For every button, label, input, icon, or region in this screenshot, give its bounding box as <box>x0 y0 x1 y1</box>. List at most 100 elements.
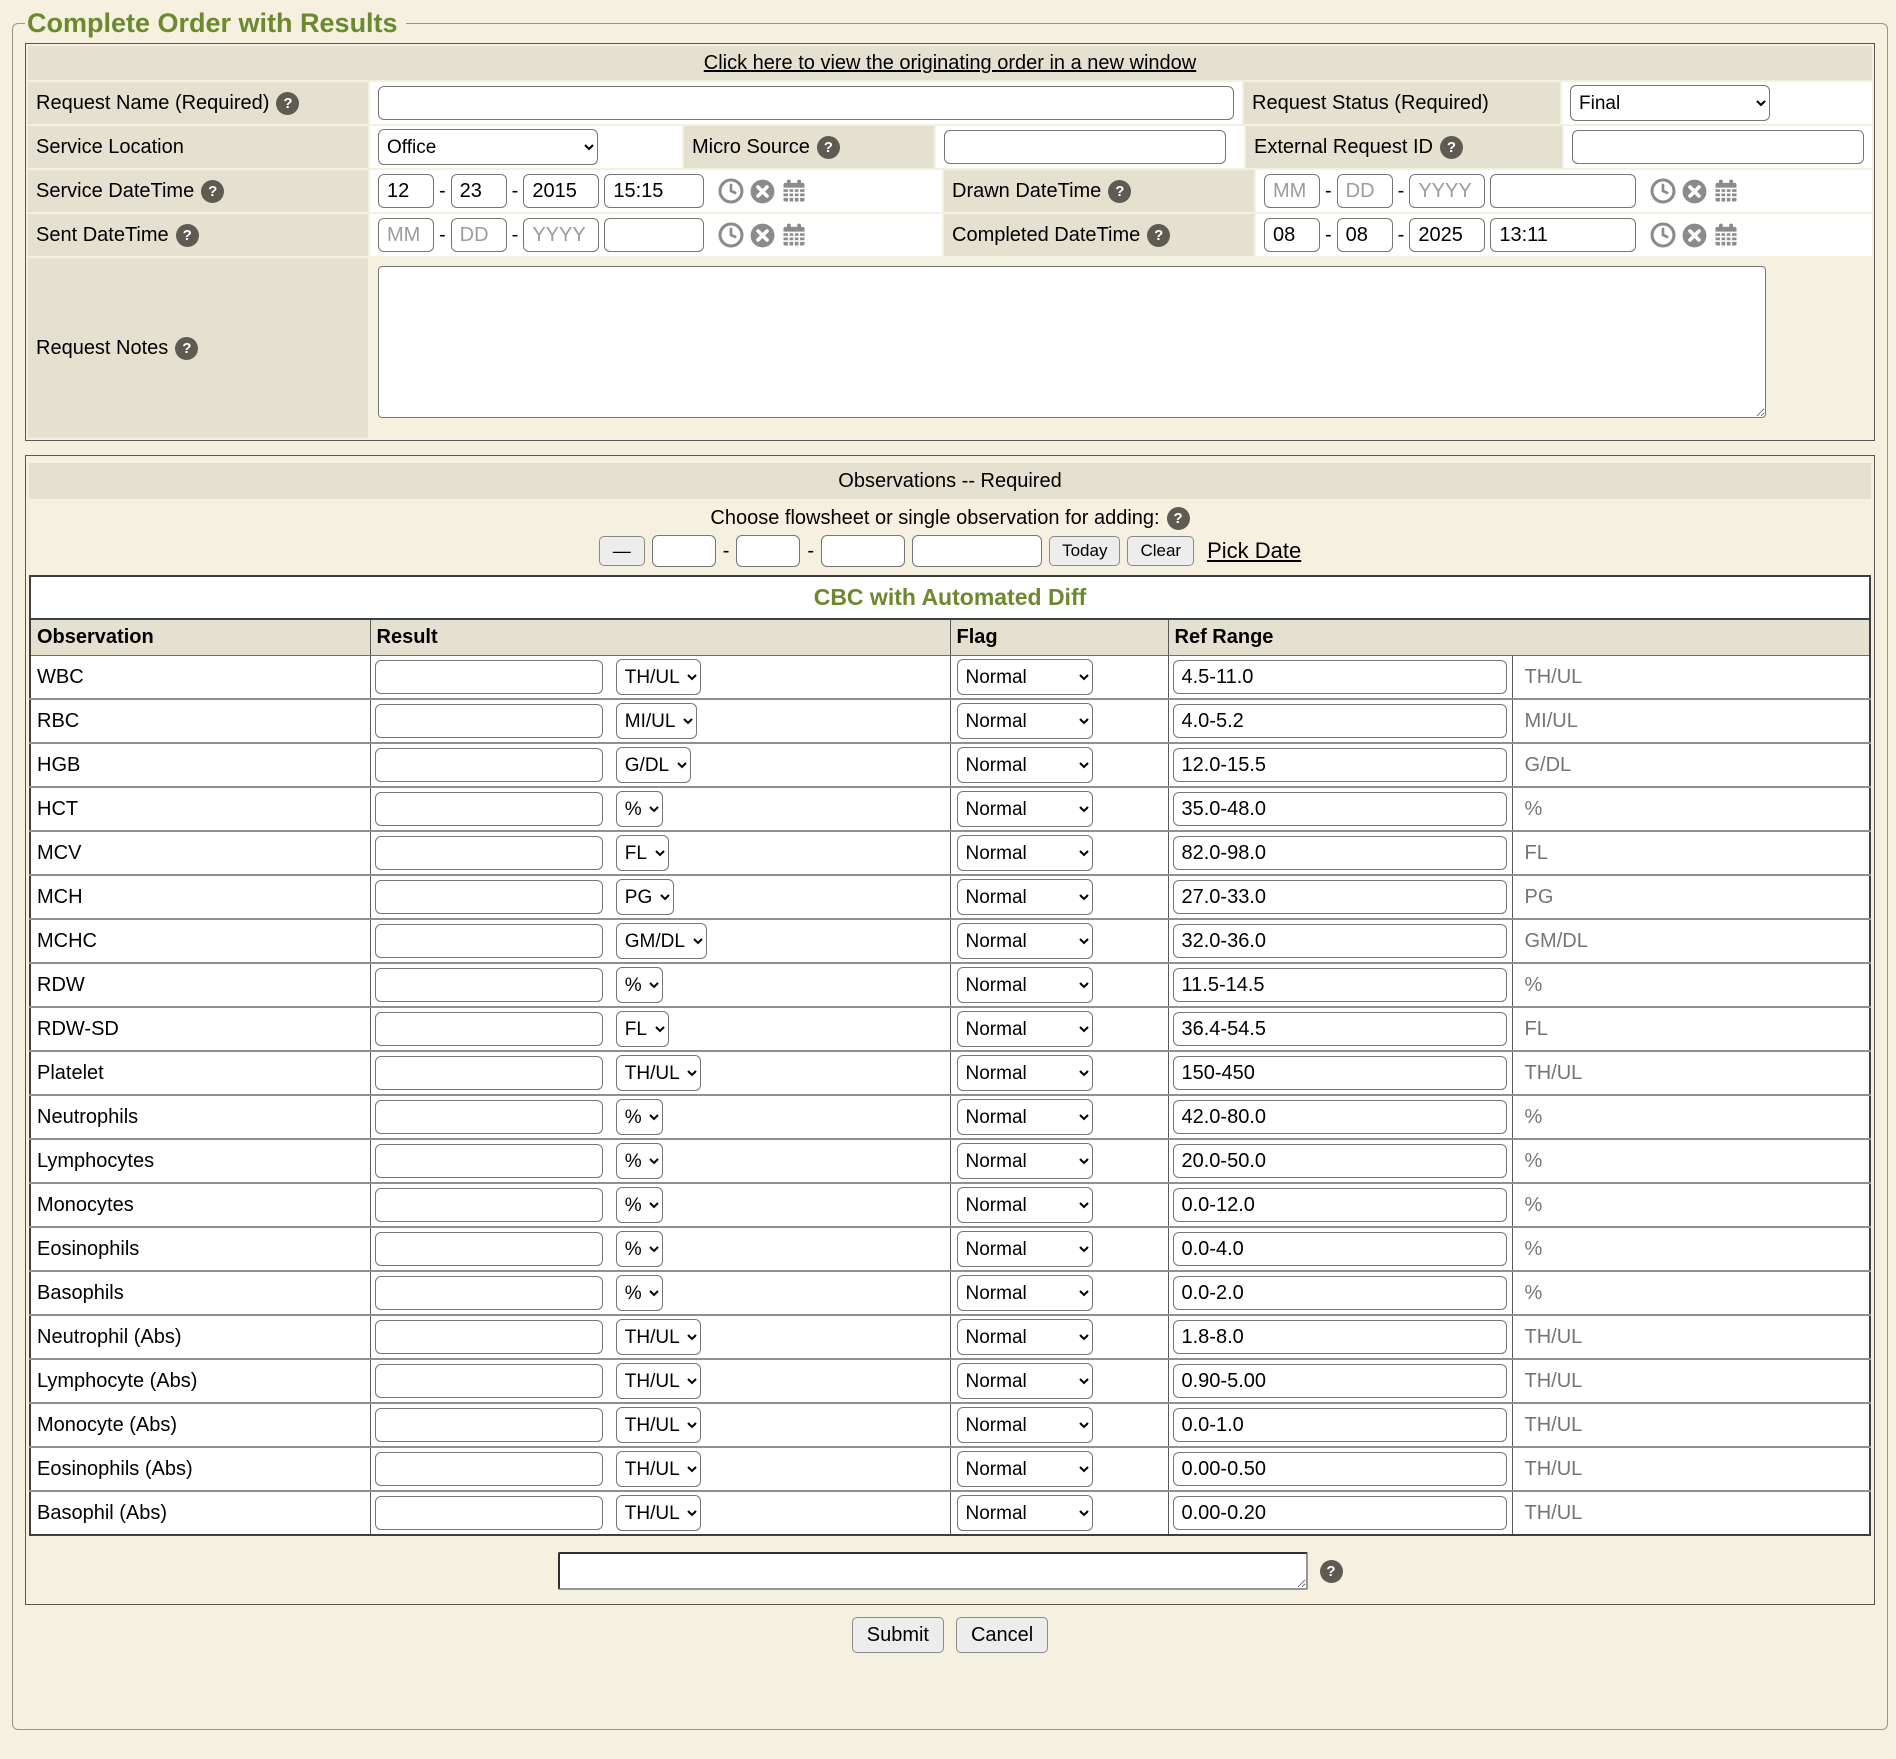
help-icon[interactable] <box>1108 180 1131 203</box>
ref-range-input[interactable] <box>1173 1056 1507 1090</box>
flag-select[interactable]: Normal <box>957 835 1093 871</box>
chooser-year-input[interactable] <box>821 535 905 567</box>
result-input[interactable] <box>375 1276 603 1310</box>
ref-range-input[interactable] <box>1173 660 1507 694</box>
result-unit-select[interactable]: % <box>616 791 663 827</box>
clock-icon[interactable] <box>1649 177 1677 205</box>
result-input[interactable] <box>375 704 603 738</box>
clear-datetime-icon[interactable] <box>1681 222 1708 249</box>
flag-select[interactable]: Normal <box>957 1143 1093 1179</box>
completed-day-input[interactable] <box>1337 218 1393 252</box>
result-input[interactable] <box>375 968 603 1002</box>
ref-range-input[interactable] <box>1173 880 1507 914</box>
help-icon[interactable] <box>817 136 840 159</box>
result-unit-select[interactable]: TH/UL <box>616 1363 701 1399</box>
drawn-month-input[interactable] <box>1264 174 1320 208</box>
ref-range-input[interactable] <box>1173 1188 1507 1222</box>
flag-select[interactable]: Normal <box>957 1495 1093 1531</box>
flag-select[interactable]: Normal <box>957 1407 1093 1443</box>
flag-select[interactable]: Normal <box>957 659 1093 695</box>
flag-select[interactable]: Normal <box>957 1099 1093 1135</box>
service-month-input[interactable] <box>378 174 434 208</box>
flag-select[interactable]: Normal <box>957 1363 1093 1399</box>
result-input[interactable] <box>375 924 603 958</box>
chooser-month-input[interactable] <box>652 535 716 567</box>
result-unit-select[interactable]: TH/UL <box>616 659 701 695</box>
result-unit-select[interactable]: TH/UL <box>616 1407 701 1443</box>
result-unit-select[interactable]: % <box>616 1231 663 1267</box>
result-unit-select[interactable]: % <box>616 1275 663 1311</box>
flag-select[interactable]: Normal <box>957 1231 1093 1267</box>
originating-order-link[interactable]: Click here to view the originating order… <box>704 52 1196 75</box>
submit-button[interactable]: Submit <box>852 1617 944 1653</box>
help-icon[interactable] <box>176 224 199 247</box>
flag-select[interactable]: Normal <box>957 747 1093 783</box>
flag-select[interactable]: Normal <box>957 1187 1093 1223</box>
sent-day-input[interactable] <box>451 218 507 252</box>
ref-range-input[interactable] <box>1173 1144 1507 1178</box>
clear-datetime-icon[interactable] <box>749 222 776 249</box>
drawn-time-input[interactable] <box>1490 174 1636 208</box>
ref-range-input[interactable] <box>1173 704 1507 738</box>
service-location-select[interactable]: Office <box>378 129 598 165</box>
result-unit-select[interactable]: G/DL <box>616 747 691 783</box>
flag-select[interactable]: Normal <box>957 1319 1093 1355</box>
collapse-button[interactable]: — <box>599 536 645 566</box>
help-icon[interactable] <box>1320 1560 1343 1583</box>
flag-select[interactable]: Normal <box>957 1451 1093 1487</box>
external-request-id-input[interactable] <box>1572 130 1864 164</box>
result-input[interactable] <box>375 1364 603 1398</box>
ref-range-input[interactable] <box>1173 1408 1507 1442</box>
result-input[interactable] <box>375 1056 603 1090</box>
ref-range-input[interactable] <box>1173 836 1507 870</box>
result-unit-select[interactable]: % <box>616 967 663 1003</box>
chooser-time-input[interactable] <box>912 535 1042 567</box>
ref-range-input[interactable] <box>1173 1012 1507 1046</box>
calendar-icon[interactable] <box>1712 221 1740 249</box>
help-icon[interactable] <box>1440 136 1463 159</box>
result-unit-select[interactable]: MI/UL <box>616 703 697 739</box>
ref-range-input[interactable] <box>1173 968 1507 1002</box>
completed-year-input[interactable] <box>1409 218 1485 252</box>
result-input[interactable] <box>375 1452 603 1486</box>
completed-month-input[interactable] <box>1264 218 1320 252</box>
micro-source-input[interactable] <box>944 130 1226 164</box>
service-day-input[interactable] <box>451 174 507 208</box>
result-unit-select[interactable]: PG <box>616 879 674 915</box>
result-unit-select[interactable]: % <box>616 1099 663 1135</box>
ref-range-input[interactable] <box>1173 1452 1507 1486</box>
result-input[interactable] <box>375 1012 603 1046</box>
sent-year-input[interactable] <box>523 218 599 252</box>
result-unit-select[interactable]: TH/UL <box>616 1319 701 1355</box>
result-input[interactable] <box>375 660 603 694</box>
result-unit-select[interactable]: FL <box>616 835 669 871</box>
request-name-input[interactable] <box>378 86 1234 120</box>
help-icon[interactable] <box>1167 507 1190 530</box>
today-button[interactable]: Today <box>1049 536 1120 566</box>
sent-time-input[interactable] <box>604 218 704 252</box>
clear-datetime-icon[interactable] <box>1681 178 1708 205</box>
result-unit-select[interactable]: % <box>616 1187 663 1223</box>
result-input[interactable] <box>375 1496 603 1530</box>
cancel-button[interactable]: Cancel <box>956 1617 1048 1653</box>
result-unit-select[interactable]: TH/UL <box>616 1451 701 1487</box>
calendar-icon[interactable] <box>780 177 808 205</box>
ref-range-input[interactable] <box>1173 1276 1507 1310</box>
result-input[interactable] <box>375 1232 603 1266</box>
ref-range-input[interactable] <box>1173 1364 1507 1398</box>
service-time-input[interactable] <box>604 174 704 208</box>
result-input[interactable] <box>375 748 603 782</box>
help-icon[interactable] <box>1147 224 1170 247</box>
ref-range-input[interactable] <box>1173 1100 1507 1134</box>
clear-button[interactable]: Clear <box>1127 536 1194 566</box>
result-unit-select[interactable]: TH/UL <box>616 1495 701 1531</box>
chooser-day-input[interactable] <box>736 535 800 567</box>
flag-select[interactable]: Normal <box>957 703 1093 739</box>
request-status-select[interactable]: Final <box>1570 85 1770 121</box>
flag-select[interactable]: Normal <box>957 1275 1093 1311</box>
ref-range-input[interactable] <box>1173 792 1507 826</box>
flag-select[interactable]: Normal <box>957 791 1093 827</box>
request-notes-textarea[interactable] <box>378 266 1766 418</box>
ref-range-input[interactable] <box>1173 1232 1507 1266</box>
help-icon[interactable] <box>276 92 299 115</box>
